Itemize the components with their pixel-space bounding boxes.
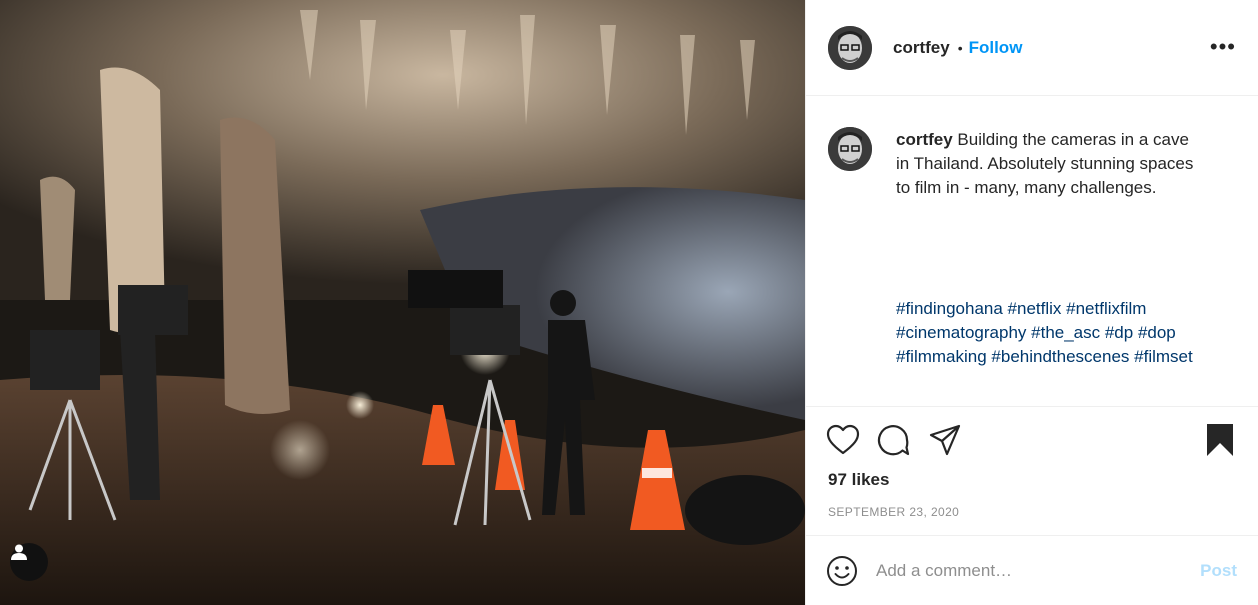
- post-actions: 97 likes SEPTEMBER 23, 2020: [806, 406, 1258, 546]
- comment-icon: [877, 425, 910, 456]
- cave-photo-image: [0, 0, 805, 605]
- caption-body: cortfey Building the cameras in a cave i…: [896, 127, 1196, 407]
- avatar[interactable]: [828, 25, 872, 70]
- save-button[interactable]: [1203, 423, 1237, 457]
- post-caption: cortfey Building the cameras in a cave i…: [828, 127, 1238, 407]
- profile-picture: [828, 127, 872, 171]
- more-options-icon[interactable]: •••: [1210, 36, 1236, 58]
- like-button[interactable]: [826, 423, 860, 457]
- comment-input[interactable]: [876, 560, 1176, 581]
- header-username[interactable]: cortfey: [893, 38, 950, 58]
- post-date[interactable]: SEPTEMBER 23, 2020: [828, 505, 959, 519]
- smiley-icon[interactable]: [826, 555, 858, 587]
- bookmark-icon: [1207, 424, 1233, 456]
- paper-plane-icon: [929, 424, 961, 456]
- comment-form: Post: [806, 535, 1258, 605]
- caption-hashtags[interactable]: #findingohana #netflix #netflixfilm #cin…: [896, 297, 1196, 369]
- comment-button[interactable]: [877, 423, 911, 457]
- follow-button[interactable]: Follow: [969, 38, 1023, 58]
- tagged-users-button[interactable]: [10, 543, 48, 581]
- caption-avatar[interactable]: [828, 127, 872, 171]
- heart-icon: [826, 424, 860, 455]
- post-photo[interactable]: [0, 0, 805, 605]
- likes-count[interactable]: 97 likes: [828, 470, 889, 490]
- caption-username[interactable]: cortfey: [896, 130, 953, 149]
- share-button[interactable]: [928, 423, 962, 457]
- action-icons: [826, 423, 962, 457]
- post-header: cortfey • Follow •••: [806, 0, 1258, 96]
- post-comment-button[interactable]: Post: [1200, 561, 1237, 581]
- user-icon: [11, 544, 27, 560]
- post-side-panel: cortfey • Follow ••• cortfey Building th…: [805, 0, 1258, 605]
- profile-picture: [828, 25, 872, 70]
- separator-dot: •: [957, 39, 963, 56]
